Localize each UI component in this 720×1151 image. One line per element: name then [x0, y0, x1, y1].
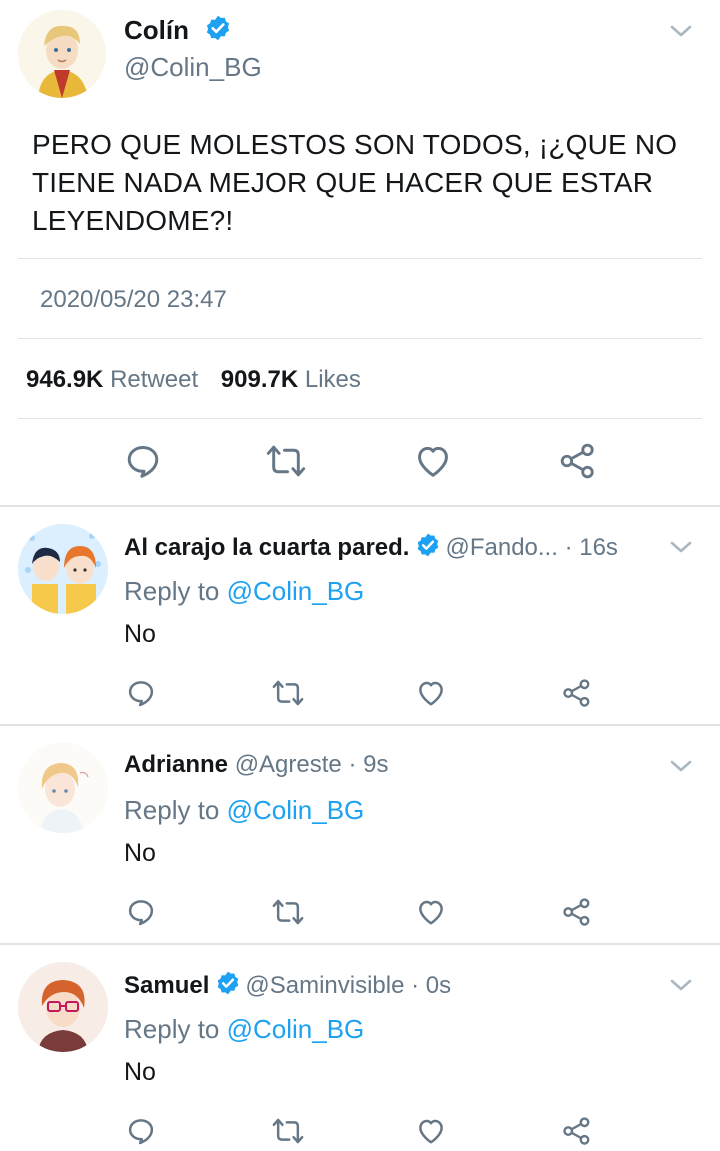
- like-button[interactable]: [416, 897, 446, 927]
- reply-header: Samuel @Saminvisible · 0s: [124, 970, 451, 1000]
- reply-icon: [128, 681, 154, 707]
- reply-time: · 16s: [564, 534, 618, 561]
- like-count[interactable]: 909.7K: [221, 366, 298, 393]
- like-button[interactable]: [416, 678, 446, 708]
- retweet-label[interactable]: Retweet: [110, 366, 198, 393]
- share-button[interactable]: [558, 442, 598, 480]
- share-button[interactable]: [562, 678, 592, 708]
- verified-badge-icon: [418, 533, 439, 557]
- reply-author-avatar[interactable]: [18, 962, 108, 1052]
- reply-button[interactable]: [126, 897, 156, 927]
- reply-text: No: [124, 839, 156, 867]
- share-button[interactable]: [562, 1116, 592, 1146]
- reply-button[interactable]: [124, 442, 162, 480]
- reply-icon: [128, 900, 154, 926]
- reply-button[interactable]: [126, 1116, 156, 1146]
- retweet-icon: [266, 445, 306, 477]
- share-button[interactable]: [562, 897, 592, 927]
- verified-badge-icon: [207, 15, 230, 41]
- like-button[interactable]: [416, 1116, 446, 1146]
- tweet-stats: 946.9K Retweet 909.7K Likes: [26, 366, 377, 394]
- reply-header: Al carajo la cuarta pared. @Fando... · 16…: [124, 532, 618, 562]
- retweet-icon: [272, 1118, 304, 1144]
- reply-prefix: Reply to: [124, 576, 227, 606]
- main-author-avatar[interactable]: [18, 10, 106, 98]
- verified-badge-icon: [218, 971, 239, 995]
- reply-author-avatar[interactable]: [18, 524, 108, 614]
- retweet-button[interactable]: [272, 1116, 304, 1146]
- main-author-name[interactable]: Colín: [124, 15, 189, 45]
- reply-context: Reply to @Colin_BG: [124, 1014, 364, 1045]
- heart-icon: [419, 900, 443, 925]
- retweet-count[interactable]: 946.9K: [26, 366, 103, 393]
- tweet-thread: Colín @Colin_BG PERO QUE MOLESTOS SON TO…: [0, 0, 720, 1151]
- heart-icon: [419, 681, 443, 706]
- reply-author-name[interactable]: Adrianne: [124, 751, 228, 778]
- share-icon: [563, 898, 590, 926]
- share-icon: [560, 443, 594, 479]
- reply-button[interactable]: [126, 678, 156, 708]
- divider: [18, 338, 702, 339]
- retweet-icon: [272, 899, 304, 925]
- reply-time: · 0s: [411, 972, 452, 999]
- share-icon: [563, 679, 590, 707]
- reply-author-name[interactable]: Samuel: [124, 972, 209, 999]
- retweet-button[interactable]: [266, 442, 306, 480]
- reply-context: Reply to @Colin_BG: [124, 576, 364, 607]
- reply-prefix: Reply to: [124, 795, 227, 825]
- retweet-button[interactable]: [272, 678, 304, 708]
- reply-icon: [128, 1119, 154, 1145]
- share-icon: [563, 1117, 590, 1145]
- reply-author-avatar[interactable]: [18, 743, 108, 833]
- chevron-down-icon[interactable]: [668, 20, 694, 42]
- tweet-timestamp[interactable]: 2020/05/20 23:47: [40, 286, 227, 314]
- main-author-handle[interactable]: @Colin_BG: [124, 52, 262, 83]
- tweet-divider: [0, 505, 720, 507]
- chevron-down-icon[interactable]: [668, 974, 694, 996]
- tweet-text: PERO QUE MOLESTOS SON TODOS, ¡¿QUE NO TI…: [32, 129, 678, 236]
- reply-author-handle[interactable]: @Agreste: [235, 751, 342, 778]
- heart-icon: [419, 1119, 443, 1144]
- reply-mention-link[interactable]: @Colin_BG: [227, 576, 365, 606]
- retweet-icon: [272, 680, 304, 706]
- reply-author-name[interactable]: Al carajo la cuarta pared.: [124, 534, 409, 561]
- reply-context: Reply to @Colin_BG: [124, 795, 364, 826]
- like-button[interactable]: [414, 442, 452, 480]
- reply-prefix: Reply to: [124, 1014, 227, 1044]
- reply-author-handle[interactable]: @Fando...: [445, 534, 557, 561]
- reply-icon: [127, 446, 159, 478]
- reply-author-handle[interactable]: @Saminvisible: [245, 972, 404, 999]
- reply-time: · 9s: [348, 751, 389, 778]
- reply-text: No: [124, 1058, 156, 1086]
- chevron-down-icon[interactable]: [668, 536, 694, 558]
- chevron-down-icon[interactable]: [668, 755, 694, 777]
- reply-mention-link[interactable]: @Colin_BG: [227, 1014, 365, 1044]
- reply-mention-link[interactable]: @Colin_BG: [227, 795, 365, 825]
- like-label[interactable]: Likes: [305, 366, 361, 393]
- reply-text: No: [124, 620, 156, 648]
- divider: [18, 418, 702, 419]
- tweet-divider: [0, 724, 720, 726]
- main-author-name-row[interactable]: Colín: [124, 14, 232, 46]
- retweet-button[interactable]: [272, 897, 304, 927]
- tweet-divider: [0, 943, 720, 945]
- divider: [18, 258, 702, 259]
- heart-icon: [418, 446, 448, 477]
- reply-header: Adrianne @Agreste · 9s: [124, 751, 388, 779]
